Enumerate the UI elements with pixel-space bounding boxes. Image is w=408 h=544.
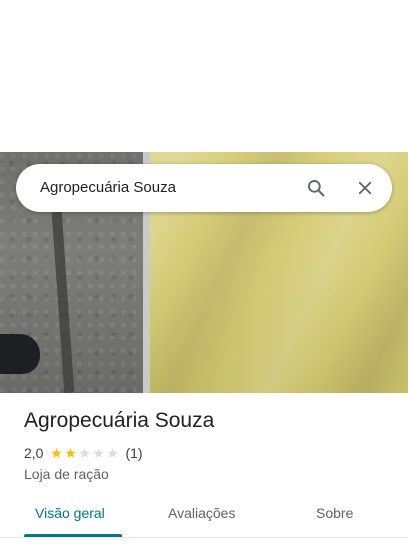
rating-row: 2,0 ★ ★ ★ ★ ★ (1) [24, 445, 143, 461]
star-icon: ★ [92, 445, 105, 461]
rating-value: 2,0 [24, 445, 44, 461]
close-icon [358, 181, 372, 195]
search-box[interactable]: Agropecuária Souza [16, 164, 392, 212]
star-icon: ★ [50, 445, 63, 461]
review-count-link[interactable]: (1) [125, 445, 142, 461]
blank-header-area [0, 0, 408, 152]
photo-shoe [0, 334, 40, 374]
rating-stars: ★ ★ ★ ★ ★ [49, 446, 119, 460]
search-query[interactable]: Agropecuária Souza [40, 179, 176, 196]
tab-reviews[interactable]: Avaliações [168, 505, 235, 521]
search-button[interactable] [302, 174, 330, 202]
tab-overview[interactable]: Visão geral [35, 505, 105, 521]
tabs-divider [0, 537, 408, 538]
search-icon [308, 180, 325, 197]
place-title: Agropecuária Souza [24, 409, 215, 432]
close-button[interactable] [351, 174, 379, 202]
place-category[interactable]: Loja de ração [24, 466, 109, 482]
tab-about[interactable]: Sobre [316, 505, 353, 521]
place-tabs: Visão geral Avaliações Sobre [0, 497, 408, 537]
star-icon: ★ [64, 445, 77, 461]
star-icon: ★ [78, 445, 91, 461]
star-icon: ★ [106, 445, 119, 461]
